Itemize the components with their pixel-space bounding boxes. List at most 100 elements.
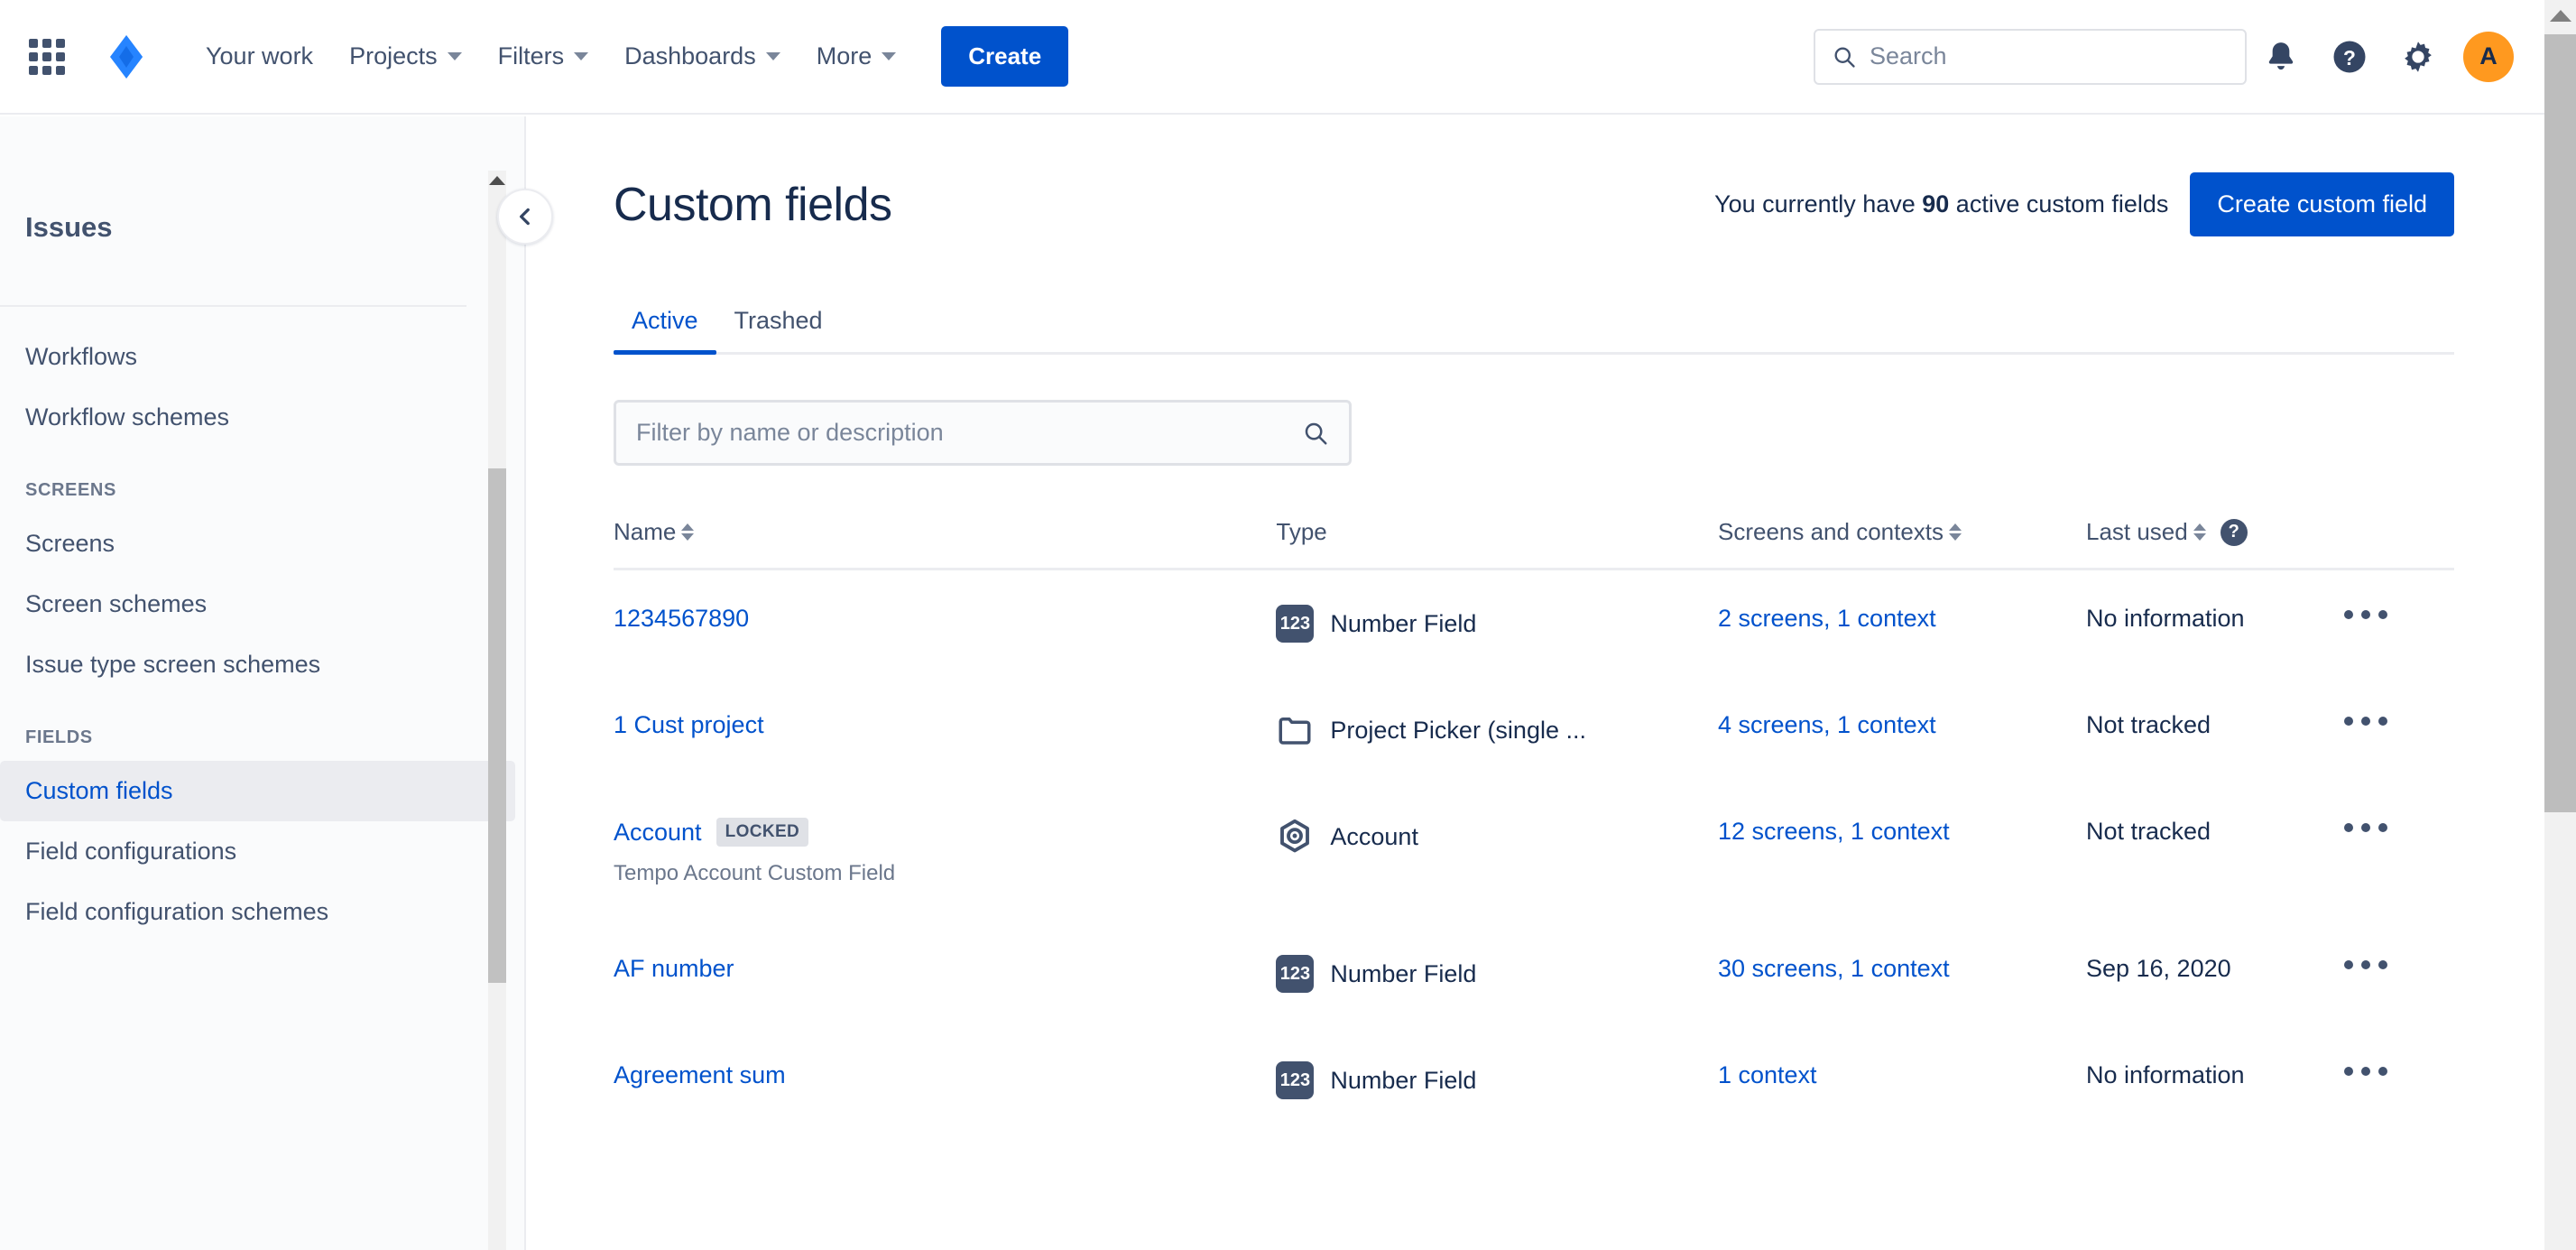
sidebar-title: Issues (25, 211, 113, 243)
screens-contexts-link[interactable]: 30 screens, 1 context (1718, 955, 1950, 982)
field-type-label: Project Picker (single ... (1330, 716, 1586, 744)
field-name-link[interactable]: Agreement sum (614, 1061, 786, 1089)
collapse-sidebar-button[interactable] (497, 189, 553, 245)
tab-label-active: Active (632, 307, 698, 334)
cell-type: 123 Number Field (1276, 569, 1718, 678)
nav-item-more[interactable]: More (799, 32, 915, 81)
column-label-last-used: Last used (2085, 518, 2188, 545)
column-header-last-used[interactable]: Last used ? (2085, 518, 2454, 570)
column-label-screens-and-contexts: Screens and contexts (1717, 518, 1944, 545)
sidebar-scrollbar-thumb[interactable] (488, 468, 506, 983)
app-switcher-icon[interactable] (25, 35, 69, 79)
cell-screens-and-contexts: 2 screens, 1 context (1718, 569, 2086, 678)
column-header-screens-and-contexts[interactable]: Screens and contexts (1717, 518, 2086, 570)
tab-label-trashed: Trashed (734, 307, 823, 334)
row-actions-menu-icon[interactable] (2343, 955, 2454, 975)
create-button[interactable]: Create (941, 26, 1069, 87)
sidebar-item-issue-type-screen-schemes[interactable]: Issue type screen schemes (0, 634, 515, 695)
tab-active[interactable]: Active (614, 300, 716, 355)
field-name-link[interactable]: 1234567890 (614, 605, 749, 633)
last-used-help-icon[interactable]: ? (2220, 518, 2248, 546)
page-scrollbar[interactable] (2544, 0, 2576, 1250)
cell-type: Project Picker (single ... (1276, 677, 1718, 783)
notifications-button[interactable] (2247, 23, 2315, 91)
cell-screens-and-contexts: 30 screens, 1 context (1718, 921, 2086, 1027)
nav-label-projects: Projects (349, 42, 438, 69)
sidebar-item-field-configurations[interactable]: Field configurations (0, 821, 515, 882)
settings-button[interactable] (2384, 23, 2452, 91)
cell-last-used: Not tracked (2086, 677, 2344, 783)
cell-name: Agreement sum (614, 1027, 1276, 1134)
cell-type: 123 Number Field (1276, 1027, 1718, 1134)
sidebar-item-screens[interactable]: Screens (0, 514, 515, 574)
row-actions-menu-icon[interactable] (2343, 818, 2454, 838)
jira-logo-icon[interactable] (103, 33, 150, 80)
sidebar-item-workflows[interactable]: Workflows (0, 327, 515, 387)
cell-name: 1 Cust project (614, 677, 1276, 783)
page-scrollbar-thumb[interactable] (2544, 34, 2576, 812)
nav-item-dashboards[interactable]: Dashboards (606, 32, 799, 81)
nav-item-projects[interactable]: Projects (331, 32, 480, 81)
column-header-type: Type (1276, 518, 1718, 570)
screens-contexts-link[interactable]: 1 context (1718, 1061, 1817, 1088)
sidebar-scrollbar[interactable] (488, 171, 506, 1250)
field-name-link[interactable]: AF number (614, 955, 734, 983)
sidebar-label-workflow-schemes: Workflow schemes (25, 403, 230, 431)
screens-contexts-link[interactable]: 4 screens, 1 context (1718, 711, 1936, 738)
user-avatar[interactable]: A (2463, 31, 2514, 82)
field-type-label: Number Field (1330, 959, 1477, 987)
row-actions-menu-icon[interactable] (2343, 605, 2454, 625)
sort-icon[interactable] (2193, 523, 2206, 541)
global-search-input[interactable]: Search (1814, 28, 2247, 85)
cell-actions (2343, 1027, 2454, 1134)
tab-trashed[interactable]: Trashed (716, 300, 841, 355)
count-value: 90 (1922, 190, 1950, 218)
sidebar-item-field-configuration-schemes[interactable]: Field configuration schemes (0, 882, 515, 942)
table-row: AF number 123 Number Field 30 screens, 1… (614, 921, 2454, 1027)
cell-actions (2343, 569, 2454, 678)
row-actions-menu-icon[interactable] (2343, 711, 2454, 731)
sidebar-section-screens: SCREENS (25, 480, 116, 500)
top-navigation-bar: Your work Projects Filters Dashboards Mo… (0, 0, 2544, 115)
scroll-up-arrow-icon[interactable] (489, 176, 505, 185)
table-row: Agreement sum 123 Number Field 1 context (614, 1027, 2454, 1134)
svg-text:?: ? (2343, 45, 2356, 69)
column-header-name[interactable]: Name (614, 518, 1277, 570)
table-header-row: Name Type Screens and contexts Last used… (614, 518, 2454, 570)
create-custom-field-button[interactable]: Create custom field (2190, 172, 2454, 236)
sidebar-item-screen-schemes[interactable]: Screen schemes (0, 574, 515, 634)
sidebar-item-workflow-schemes[interactable]: Workflow schemes (0, 387, 515, 448)
last-used-value: No information (2085, 1061, 2245, 1088)
nav-item-filters[interactable]: Filters (480, 32, 607, 81)
nav-item-your-work[interactable]: Your work (188, 32, 331, 81)
nav-label-your-work: Your work (206, 42, 314, 69)
screens-contexts-link[interactable]: 2 screens, 1 context (1718, 605, 1936, 632)
sort-icon[interactable] (681, 523, 695, 541)
cell-screens-and-contexts: 12 screens, 1 context (1718, 783, 2086, 921)
field-name-link[interactable]: Account (614, 819, 702, 847)
help-icon: ? (2333, 41, 2366, 72)
cell-name: Account LOCKED Tempo Account Custom Fiel… (614, 783, 1276, 921)
cell-last-used: Sep 16, 2020 (2086, 921, 2344, 1027)
settings-sidebar: Issues Workflows Workflow schemes SCREEN… (0, 116, 526, 1250)
sidebar-label-workflows: Workflows (25, 343, 138, 370)
last-used-value: Sep 16, 2020 (2085, 955, 2231, 982)
help-button[interactable]: ? (2315, 23, 2384, 91)
search-icon (1305, 422, 1327, 444)
sidebar-label-screen-schemes: Screen schemes (25, 590, 208, 617)
sort-icon[interactable] (1949, 523, 1962, 541)
field-type-label: Number Field (1330, 609, 1477, 637)
screens-contexts-link[interactable]: 12 screens, 1 context (1718, 818, 1950, 845)
nav-label-filters: Filters (497, 42, 565, 69)
active-field-count: You currently have 90 active custom fiel… (1714, 190, 2168, 218)
row-actions-menu-icon[interactable] (2343, 1061, 2454, 1081)
scroll-up-arrow-icon[interactable] (2549, 10, 2571, 22)
filter-input[interactable]: Filter by name or description (614, 400, 1352, 466)
field-name-link[interactable]: 1 Cust project (614, 711, 764, 739)
filter-placeholder: Filter by name or description (636, 419, 944, 446)
count-suffix: active custom fields (1949, 190, 2169, 218)
sidebar-item-custom-fields[interactable]: Custom fields (0, 761, 515, 821)
sidebar-label-field-configurations: Field configurations (25, 838, 237, 865)
search-placeholder: Search (1870, 42, 1947, 69)
table-body: 1234567890 123 Number Field 2 screens, 1… (614, 569, 2454, 1134)
